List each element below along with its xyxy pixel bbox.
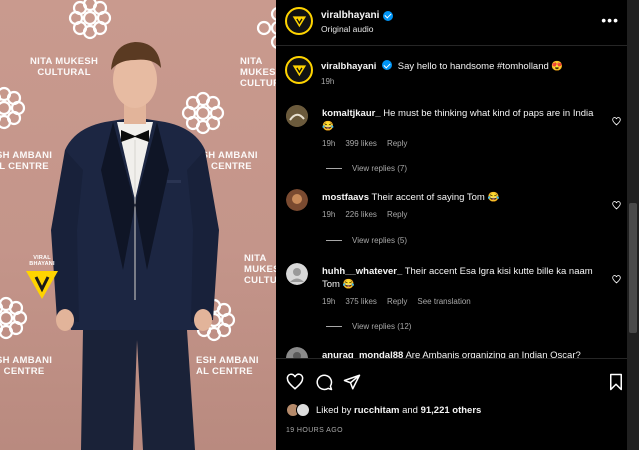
commenter-username[interactable]: komaltjkaur_ — [322, 108, 381, 119]
rosette-logo — [0, 80, 32, 136]
comment-meta: 19h 399 likes Reply — [322, 139, 407, 148]
post-detail-panel: viralbhayani Original audio ••• viralbha… — [276, 0, 627, 450]
post-photo[interactable]: NITA MUKESH CULTURAL SH AMBANI L CENTRE NI… — [0, 0, 276, 450]
replies-divider — [326, 326, 342, 327]
reply-button[interactable]: Reply — [387, 210, 407, 219]
scrollbar[interactable] — [627, 0, 639, 450]
comment-text: komaltjkaur_ He must be thinking what ki… — [322, 107, 604, 133]
backdrop-text: NITA MUKESHCULTURAL — [240, 56, 276, 89]
share-send-icon[interactable] — [343, 373, 361, 391]
like-comment-heart-icon[interactable] — [612, 197, 621, 210]
commenter-avatar[interactable] — [286, 189, 308, 211]
comment-text: huhh__whatever_ Their accent Esa lgra ki… — [322, 265, 604, 291]
commenter-username[interactable]: huhh__whatever_ — [322, 266, 402, 277]
commenter-username[interactable]: mostfaavs — [322, 192, 369, 203]
post-actions-bar: Liked by rucchitam and 91,221 others 19 … — [276, 358, 627, 450]
post-header: viralbhayani Original audio ••• — [276, 0, 627, 46]
verified-badge-icon — [383, 10, 394, 21]
view-replies-label[interactable]: View replies (7) — [352, 164, 407, 173]
post-timestamp[interactable]: 19 HOURS AGO — [286, 427, 343, 434]
caption-avatar[interactable] — [285, 56, 313, 84]
reply-button[interactable]: Reply — [387, 139, 407, 148]
comment-likes[interactable]: 226 likes — [345, 210, 377, 219]
liked-by-count[interactable]: 91,221 others — [421, 405, 482, 416]
comment-meta: 19h 375 likes Reply See translation — [322, 297, 471, 306]
save-bookmark-icon[interactable] — [607, 373, 625, 391]
liker-avatar — [296, 403, 310, 417]
replies-divider — [326, 240, 342, 241]
scrollbar-thumb[interactable] — [629, 203, 637, 333]
backdrop-text: NITA MUKESCULTURAL — [244, 253, 276, 286]
caption-time: 19h — [321, 77, 335, 86]
view-replies-button[interactable]: View replies (7) — [326, 164, 407, 173]
like-comment-heart-icon[interactable] — [612, 271, 621, 284]
person-in-tuxedo — [35, 30, 235, 450]
view-replies-label[interactable]: View replies (5) — [352, 236, 407, 245]
liked-by-text: Liked by rucchitam and 91,221 others — [316, 405, 481, 416]
liked-by-prefix: Liked by — [316, 404, 352, 416]
original-audio-link[interactable]: Original audio — [321, 24, 373, 34]
comment-text: mostfaavs Their accent of saying Tom 😂 — [322, 191, 604, 204]
author-username-text[interactable]: viralbhayani — [321, 10, 379, 21]
see-translation-button[interactable]: See translation — [417, 297, 470, 306]
post-caption: viralbhayani Say hello to handsome #tomh… — [321, 60, 616, 73]
view-replies-label[interactable]: View replies (12) — [352, 322, 411, 331]
caption-text: Say hello to handsome #tomholland 😍 — [397, 61, 564, 72]
comment-bubble-icon[interactable] — [315, 373, 333, 391]
author-username[interactable]: viralbhayani — [321, 10, 394, 21]
reply-button[interactable]: Reply — [387, 297, 407, 306]
liked-by-and: and — [402, 404, 418, 416]
comment-time: 19h — [322, 297, 336, 306]
comment-likes[interactable]: 375 likes — [345, 297, 377, 306]
view-replies-button[interactable]: View replies (12) — [326, 322, 411, 331]
comment-body: Their accent of saying Tom 😂 — [371, 192, 500, 203]
comment-time: 19h — [322, 210, 336, 219]
comment-time: 19h — [322, 139, 336, 148]
liked-by-user[interactable]: rucchitam — [354, 405, 399, 416]
caption-username[interactable]: viralbhayani — [321, 61, 376, 72]
like-comment-heart-icon[interactable] — [612, 113, 621, 126]
rosette-logo — [250, 0, 276, 56]
commenter-avatar[interactable] — [286, 263, 308, 285]
liker-avatars[interactable] — [286, 403, 310, 417]
replies-divider — [326, 168, 342, 169]
author-avatar[interactable] — [285, 7, 313, 35]
comment-meta: 19h 226 likes Reply — [322, 210, 407, 219]
commenter-avatar[interactable] — [286, 105, 308, 127]
more-options-icon[interactable]: ••• — [601, 12, 619, 28]
comment-likes[interactable]: 399 likes — [345, 139, 377, 148]
liked-by-row: Liked by rucchitam and 91,221 others — [286, 403, 481, 417]
verified-badge-icon — [382, 60, 393, 70]
view-replies-button[interactable]: View replies (5) — [326, 236, 407, 245]
like-heart-icon[interactable] — [286, 373, 304, 391]
viral-bhayani-watermark: VIRAL BHAYANI — [22, 255, 62, 306]
